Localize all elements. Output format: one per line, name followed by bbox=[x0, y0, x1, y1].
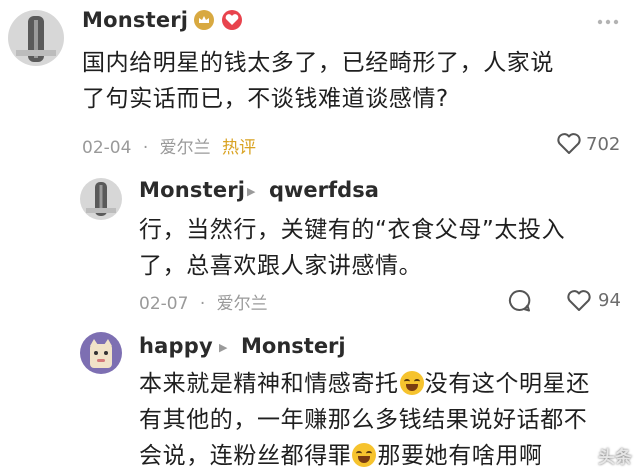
avatar[interactable] bbox=[8, 10, 64, 66]
like-count: 702 bbox=[586, 134, 621, 155]
like-count: 94 bbox=[598, 290, 621, 311]
meta-separator: · bbox=[199, 294, 206, 314]
comment-icon[interactable] bbox=[506, 288, 532, 318]
laughing-tears-emoji bbox=[352, 443, 377, 467]
comment-location: 爱尔兰 bbox=[216, 294, 268, 314]
comment-text: 行，当然行，关键有的“衣食父母”太投入 了，总喜欢跟人家讲感情。 bbox=[139, 212, 629, 284]
comment-date: 02-04 bbox=[82, 138, 132, 158]
username[interactable]: Monsterj bbox=[139, 178, 245, 202]
comment-text-line: 有其他的，一年赚那么多钱结果说好话都不 bbox=[139, 407, 588, 433]
username[interactable]: Monsterj bbox=[82, 8, 188, 32]
comment-text-line: 了句实话而已，不谈钱难道谈感情? bbox=[82, 86, 449, 112]
comment-text-line: 本来就是精神和情感寄托 没有这个明星还 bbox=[139, 371, 590, 397]
heart-icon[interactable] bbox=[566, 289, 592, 317]
hot-comment-tag: 热评 bbox=[222, 138, 257, 158]
username[interactable]: happy bbox=[139, 334, 213, 358]
comment-text: 本来就是精神和情感寄托 没有这个明星还 有其他的，一年赚那么多钱结果说好话都不 会… bbox=[139, 366, 634, 474]
comment-meta: 02-04 · 爱尔兰 热评 bbox=[82, 133, 256, 158]
avatar[interactable] bbox=[80, 178, 122, 220]
reply-arrow-icon: ▶ bbox=[219, 341, 228, 354]
avatar[interactable] bbox=[80, 332, 122, 374]
reply-to-username[interactable]: Monsterj bbox=[241, 334, 346, 358]
comment-text-line: 行，当然行，关键有的“衣食父母”太投入 bbox=[139, 217, 566, 243]
laughing-tears-emoji bbox=[399, 371, 424, 395]
reply-arrow-icon: ▶ bbox=[247, 185, 256, 198]
meta-separator: · bbox=[142, 138, 149, 158]
heart-icon[interactable] bbox=[556, 132, 582, 160]
watermark: 头条 bbox=[598, 448, 632, 468]
comment-text-line: 会说，连粉丝都得罪 那要她有啥用啊 bbox=[139, 443, 543, 469]
more-icon[interactable] bbox=[596, 10, 620, 38]
reply-to-username[interactable]: qwerfdsa bbox=[269, 178, 379, 202]
comment-text-line: 国内给明星的钱太多了，已经畸形了，人家说 bbox=[82, 50, 554, 76]
comment-text: 国内给明星的钱太多了，已经畸形了，人家说 了句实话而已，不谈钱难道谈感情? bbox=[82, 45, 627, 117]
comment-location: 爱尔兰 bbox=[159, 138, 211, 158]
crown-badge-icon bbox=[194, 10, 214, 30]
comment-date: 02-07 bbox=[139, 294, 189, 314]
comment-text-line: 了，总喜欢跟人家讲感情。 bbox=[139, 253, 423, 279]
level-badge-icon bbox=[222, 10, 242, 30]
comment-meta: 02-07 · 爱尔兰 bbox=[139, 289, 268, 314]
